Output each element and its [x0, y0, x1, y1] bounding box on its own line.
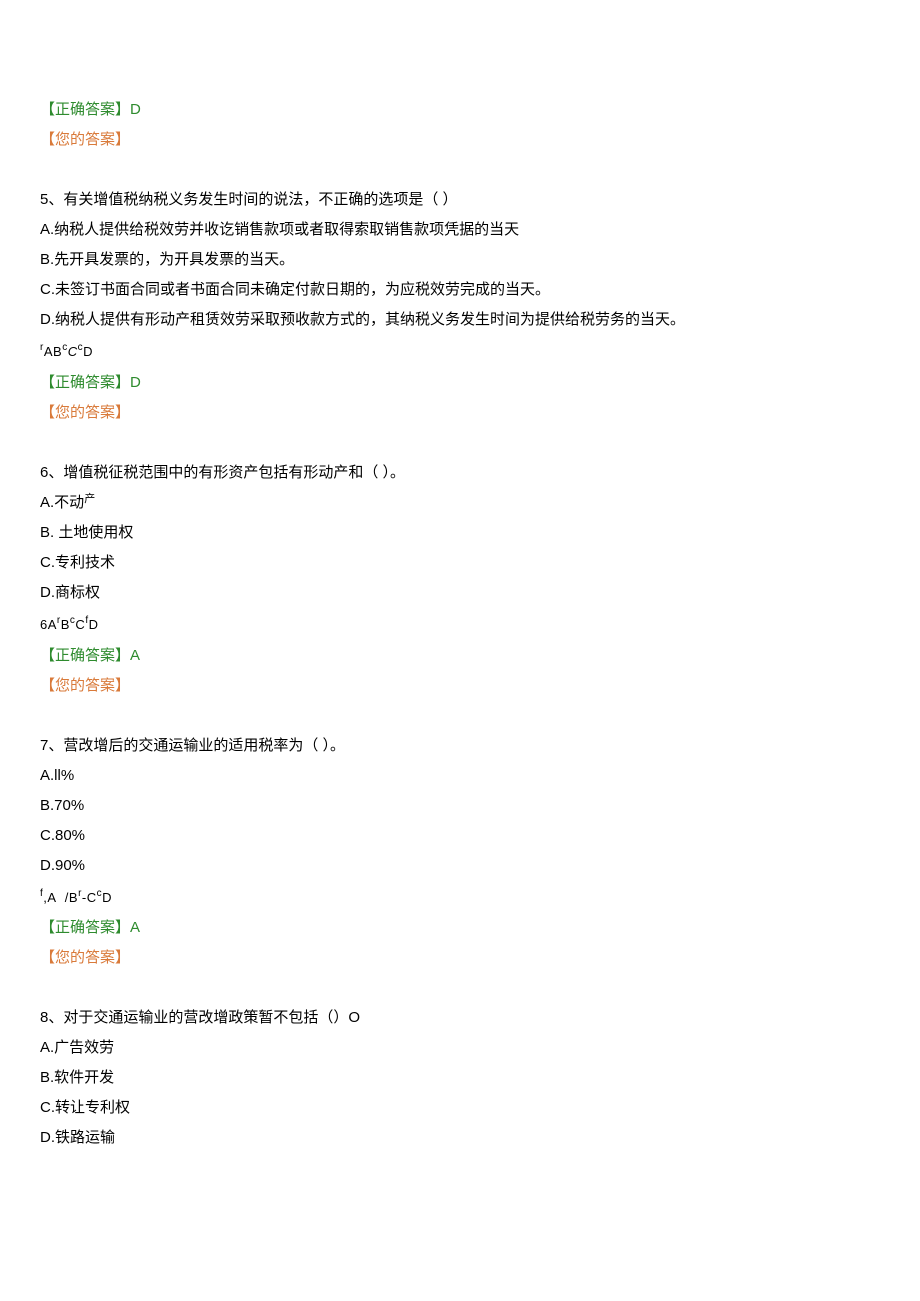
correct-answer-label: 【正确答案】: [40, 101, 130, 118]
question-8-option-b: B.软件开发: [40, 1066, 880, 1090]
question-8-text: 8、对于交通运输业的营改增政策暂不包括（）O: [40, 1006, 880, 1030]
your-answer-label: 【您的答案】: [40, 401, 880, 425]
question-7: 7、营改增后的交通运输业的适用税率为（ ）。 A.ll% B.70% C.80%…: [40, 734, 880, 971]
correct-answer-label: 【正确答案】: [40, 647, 130, 664]
question-5-option-c: C.未签订书面合同或者书面合同未确定付款日期的，为应税效劳完成的当天。: [40, 278, 880, 302]
question-6-helper: 6ArBcCfD: [40, 615, 880, 636]
question-7-option-d: D.90%: [40, 854, 880, 878]
question-4-tail: 【正确答案】D 【您的答案】: [40, 98, 880, 152]
correct-answer-value: A: [130, 647, 140, 664]
question-6-option-c: C.专利技术: [40, 551, 880, 575]
question-5-option-b: B.先开具发票的，为开具发票的当天。: [40, 248, 880, 272]
question-8: 8、对于交通运输业的营改增政策暂不包括（）O A.广告效劳 B.软件开发 C.转…: [40, 1006, 880, 1150]
correct-answer-line: 【正确答案】A: [40, 916, 880, 940]
your-answer-label: 【您的答案】: [40, 128, 880, 152]
question-7-text: 7、营改增后的交通运输业的适用税率为（ ）。: [40, 734, 880, 758]
question-5-text: 5、有关增值税纳税义务发生时间的说法，不正确的选项是（ ）: [40, 188, 880, 212]
question-5: 5、有关增值税纳税义务发生时间的说法，不正确的选项是（ ） A.纳税人提供给税效…: [40, 188, 880, 425]
correct-answer-line: 【正确答案】D: [40, 371, 880, 395]
question-7-option-a: A.ll%: [40, 764, 880, 788]
correct-answer-value: A: [130, 919, 140, 936]
question-6-option-a: A.不动产: [40, 491, 880, 515]
question-7-option-c: C.80%: [40, 824, 880, 848]
question-6-option-d: D.商标权: [40, 581, 880, 605]
question-7-helper: f,A /Br-CcD: [40, 888, 880, 909]
question-5-option-d: D.纳税人提供有形动产租赁效劳采取预收款方式的，其纳税义务发生时间为提供给税劳务…: [40, 308, 880, 332]
correct-answer-label: 【正确答案】: [40, 919, 130, 936]
question-5-option-a: A.纳税人提供给税效劳并收讫销售款项或者取得索取销售款项凭据的当天: [40, 218, 880, 242]
correct-answer-line: 【正确答案】A: [40, 644, 880, 668]
correct-answer-label: 【正确答案】: [40, 374, 130, 391]
question-8-option-a: A.广告效劳: [40, 1036, 880, 1060]
your-answer-label: 【您的答案】: [40, 674, 880, 698]
question-8-option-d: D.铁路运输: [40, 1126, 880, 1150]
question-6: 6、增值税征税范围中的有形资产包括有形动产和（ ）。 A.不动产 B. 土地使用…: [40, 461, 880, 698]
correct-answer-value: D: [130, 101, 141, 118]
question-5-helper: rABcCcD: [40, 342, 880, 363]
question-8-option-c: C.转让专利权: [40, 1096, 880, 1120]
correct-answer-line: 【正确答案】D: [40, 98, 880, 122]
question-6-text: 6、增值税征税范围中的有形资产包括有形动产和（ ）。: [40, 461, 880, 485]
correct-answer-value: D: [130, 374, 141, 391]
your-answer-label: 【您的答案】: [40, 946, 880, 970]
question-6-option-b: B. 土地使用权: [40, 521, 880, 545]
question-7-option-b: B.70%: [40, 794, 880, 818]
